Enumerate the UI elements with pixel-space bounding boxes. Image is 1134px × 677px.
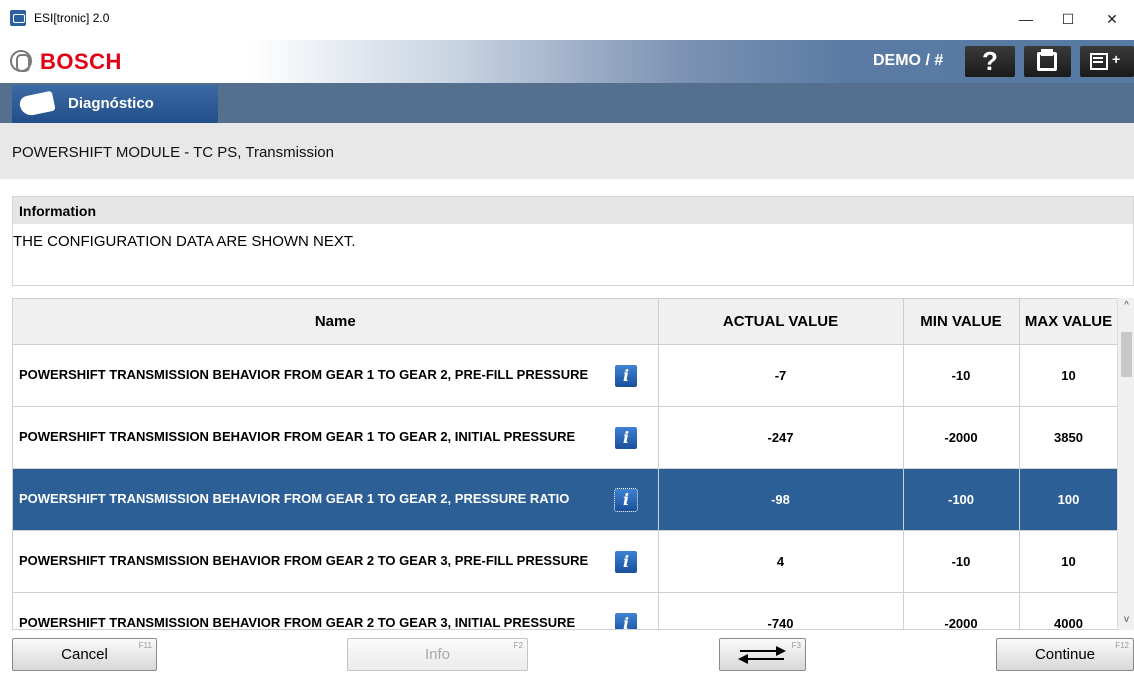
column-header-min-value[interactable]: MIN VALUE: [903, 299, 1020, 345]
continue-button[interactable]: Continue F12: [996, 638, 1134, 671]
scroll-up-arrow-icon[interactable]: ^: [1118, 300, 1134, 314]
window-title-bar: ESI[tronic] 2.0 — ☐ ✕: [0, 0, 1134, 40]
actual-value: 4: [658, 530, 904, 593]
scroll-thumb[interactable]: [1121, 332, 1132, 377]
information-heading: Information: [19, 203, 96, 219]
row-name: POWERSHIFT TRANSMISSION BEHAVIOR FROM GE…: [19, 615, 576, 630]
scroll-down-arrow-icon[interactable]: v: [1118, 614, 1134, 628]
function-key-label: F3: [791, 641, 801, 650]
information-text: THE CONFIGURATION DATA ARE SHOWN NEXT.: [13, 233, 356, 250]
maximize-button[interactable]: ☐: [1050, 6, 1086, 32]
bosch-logo-icon: [10, 50, 32, 72]
max-value: 100: [1019, 468, 1119, 531]
info-button[interactable]: Info F2: [347, 638, 528, 671]
row-name: POWERSHIFT TRANSMISSION BEHAVIOR FROM GE…: [19, 429, 576, 444]
tab-label: Diagnóstico: [68, 95, 154, 112]
info-button-label: Info: [424, 646, 451, 663]
column-header-max-value[interactable]: MAX VALUE: [1019, 299, 1119, 345]
app-header: BOSCH DEMO / # ? +: [0, 40, 1134, 83]
table-row-selected[interactable]: POWERSHIFT TRANSMISSION BEHAVIOR FROM GE…: [13, 468, 1119, 531]
exit-button[interactable]: +: [1080, 46, 1134, 77]
switch-button[interactable]: F3: [719, 638, 806, 671]
max-value: 10: [1019, 344, 1119, 407]
swap-arrows-icon: [738, 646, 786, 664]
actual-value: -7: [658, 344, 904, 407]
min-value: -2000: [903, 406, 1020, 469]
max-value: 10: [1019, 530, 1119, 593]
table-row[interactable]: POWERSHIFT TRANSMISSION BEHAVIOR FROM GE…: [13, 406, 1119, 469]
app-icon: [10, 10, 26, 26]
help-button[interactable]: ?: [965, 46, 1015, 77]
actual-value: -98: [658, 468, 904, 531]
window-title: ESI[tronic] 2.0: [34, 11, 110, 25]
function-key-label: F11: [138, 641, 152, 650]
table-row[interactable]: POWERSHIFT TRANSMISSION BEHAVIOR FROM GE…: [13, 530, 1119, 593]
cancel-button-label: Cancel: [61, 646, 108, 663]
function-key-label: F2: [513, 641, 523, 650]
user-label: DEMO / #: [873, 52, 944, 69]
continue-button-label: Continue: [1034, 646, 1096, 663]
row-name: POWERSHIFT TRANSMISSION BEHAVIOR FROM GE…: [19, 553, 589, 568]
information-panel: Information THE CONFIGURATION DATA ARE S…: [12, 196, 1134, 286]
actual-value: -247: [658, 406, 904, 469]
max-value: 3850: [1019, 406, 1119, 469]
info-icon[interactable]: i: [615, 550, 637, 573]
column-header-actual-value[interactable]: ACTUAL VALUE: [658, 299, 904, 345]
column-header-name[interactable]: Name: [13, 299, 659, 345]
min-value: -100: [903, 468, 1020, 531]
question-mark-icon: ?: [982, 46, 998, 76]
row-name: POWERSHIFT TRANSMISSION BEHAVIOR FROM GE…: [19, 491, 570, 506]
module-title: POWERSHIFT MODULE - TC PS, Transmission: [12, 144, 334, 161]
tab-diagnostico[interactable]: Diagnóstico: [12, 85, 218, 123]
info-icon[interactable]: i: [615, 364, 637, 387]
minimize-button[interactable]: —: [1008, 6, 1044, 32]
print-button[interactable]: [1024, 46, 1071, 77]
close-button[interactable]: ✕: [1094, 6, 1130, 32]
brand-name: BOSCH: [40, 49, 122, 74]
cancel-button[interactable]: Cancel F11: [12, 638, 157, 671]
min-value: -10: [903, 344, 1020, 407]
min-value: -2000: [903, 592, 1020, 629]
table-scrollbar[interactable]: ^ v: [1117, 298, 1134, 630]
car-plug-icon: [18, 90, 56, 118]
max-value: 4000: [1019, 592, 1119, 629]
info-icon[interactable]: i: [615, 612, 637, 629]
actual-value: -740: [658, 592, 904, 629]
table-row[interactable]: POWERSHIFT TRANSMISSION BEHAVIOR FROM GE…: [13, 592, 1119, 630]
function-key-label: F12: [1115, 641, 1129, 650]
info-icon[interactable]: i: [615, 426, 637, 449]
min-value: -10: [903, 530, 1020, 593]
tab-bar: Diagnóstico: [0, 83, 1134, 123]
info-icon[interactable]: i: [614, 487, 638, 512]
table-row[interactable]: POWERSHIFT TRANSMISSION BEHAVIOR FROM GE…: [13, 344, 1119, 407]
row-name: POWERSHIFT TRANSMISSION BEHAVIOR FROM GE…: [19, 367, 589, 382]
config-data-table: Name ACTUAL VALUE MIN VALUE MAX VALUE PO…: [12, 298, 1134, 630]
module-header: POWERSHIFT MODULE - TC PS, Transmission: [0, 123, 1134, 179]
